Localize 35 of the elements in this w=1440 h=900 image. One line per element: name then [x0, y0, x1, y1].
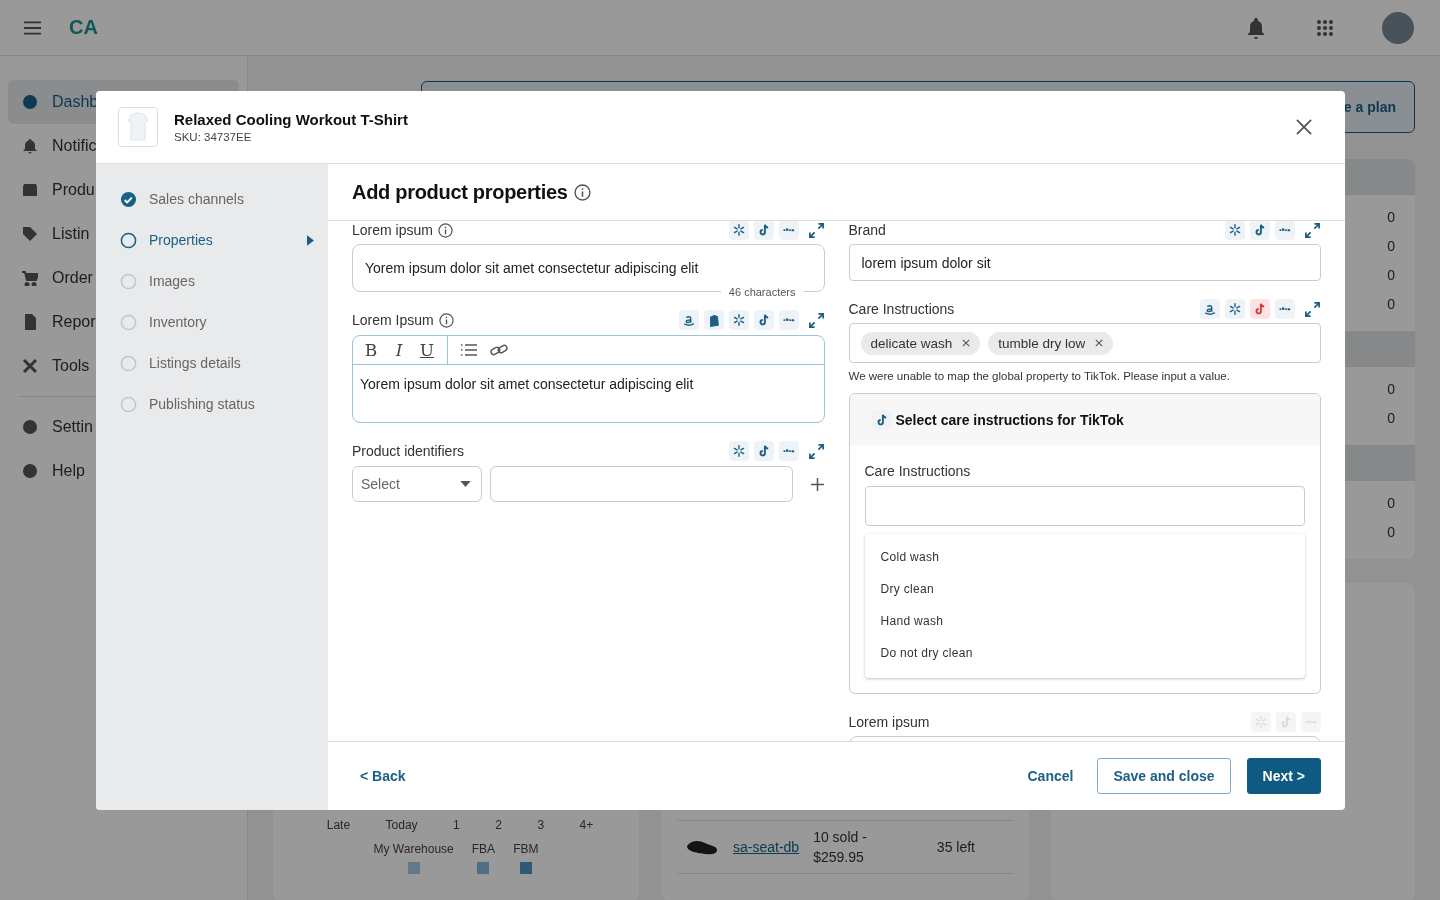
product-sku: SKU: 34737EE	[174, 131, 253, 143]
stat-value: 0	[1387, 295, 1395, 314]
field-label: Care Instructions	[848, 301, 955, 317]
warning-message: We were unable to map the global property to TikTok. Please input a value.	[848, 370, 1231, 382]
stock-count: 35 left	[936, 839, 975, 855]
panel-title: Select care instructions for TikTok	[895, 411, 1124, 428]
price: $259.95	[813, 849, 865, 865]
axis-label: 2	[495, 818, 502, 832]
tag-chip: tumble dry low	[988, 331, 1114, 355]
stat-value: 0	[1387, 380, 1395, 399]
stat-value: 0	[1387, 266, 1395, 285]
legend-label: FBM	[513, 842, 539, 856]
stat-value: 0	[1387, 409, 1395, 428]
character-count: 46 characters	[720, 286, 804, 298]
field-label: Brand	[848, 222, 886, 238]
sold-count: 10 sold -	[813, 829, 867, 845]
product-title: Relaxed Cooling Workout T-Shirt	[174, 111, 408, 128]
legend-label: FBA	[471, 842, 496, 856]
field-label: Care Instructions	[864, 463, 972, 479]
field-label: Lorem ipsum	[848, 714, 930, 730]
axis-label: Late	[326, 818, 351, 832]
stat-value: 0	[1387, 523, 1395, 542]
axis-label: Today	[385, 818, 418, 832]
legend-label: My Warehouse	[373, 842, 454, 856]
field-label: Lorem ipsum	[352, 222, 433, 238]
section-heading: Add product properties	[352, 180, 568, 204]
stat-value: 0	[1387, 237, 1395, 256]
stat-value: 0	[1387, 208, 1395, 227]
stat-value: 0	[1387, 494, 1395, 513]
field-label: Lorem Ipsum	[352, 312, 434, 328]
axis-label: 1	[453, 818, 460, 832]
field-label: Product identifiers	[352, 443, 465, 459]
axis-label: 4+	[579, 818, 594, 832]
axis-label: 3	[537, 818, 545, 832]
tag-chip: delicate wash	[860, 331, 981, 355]
